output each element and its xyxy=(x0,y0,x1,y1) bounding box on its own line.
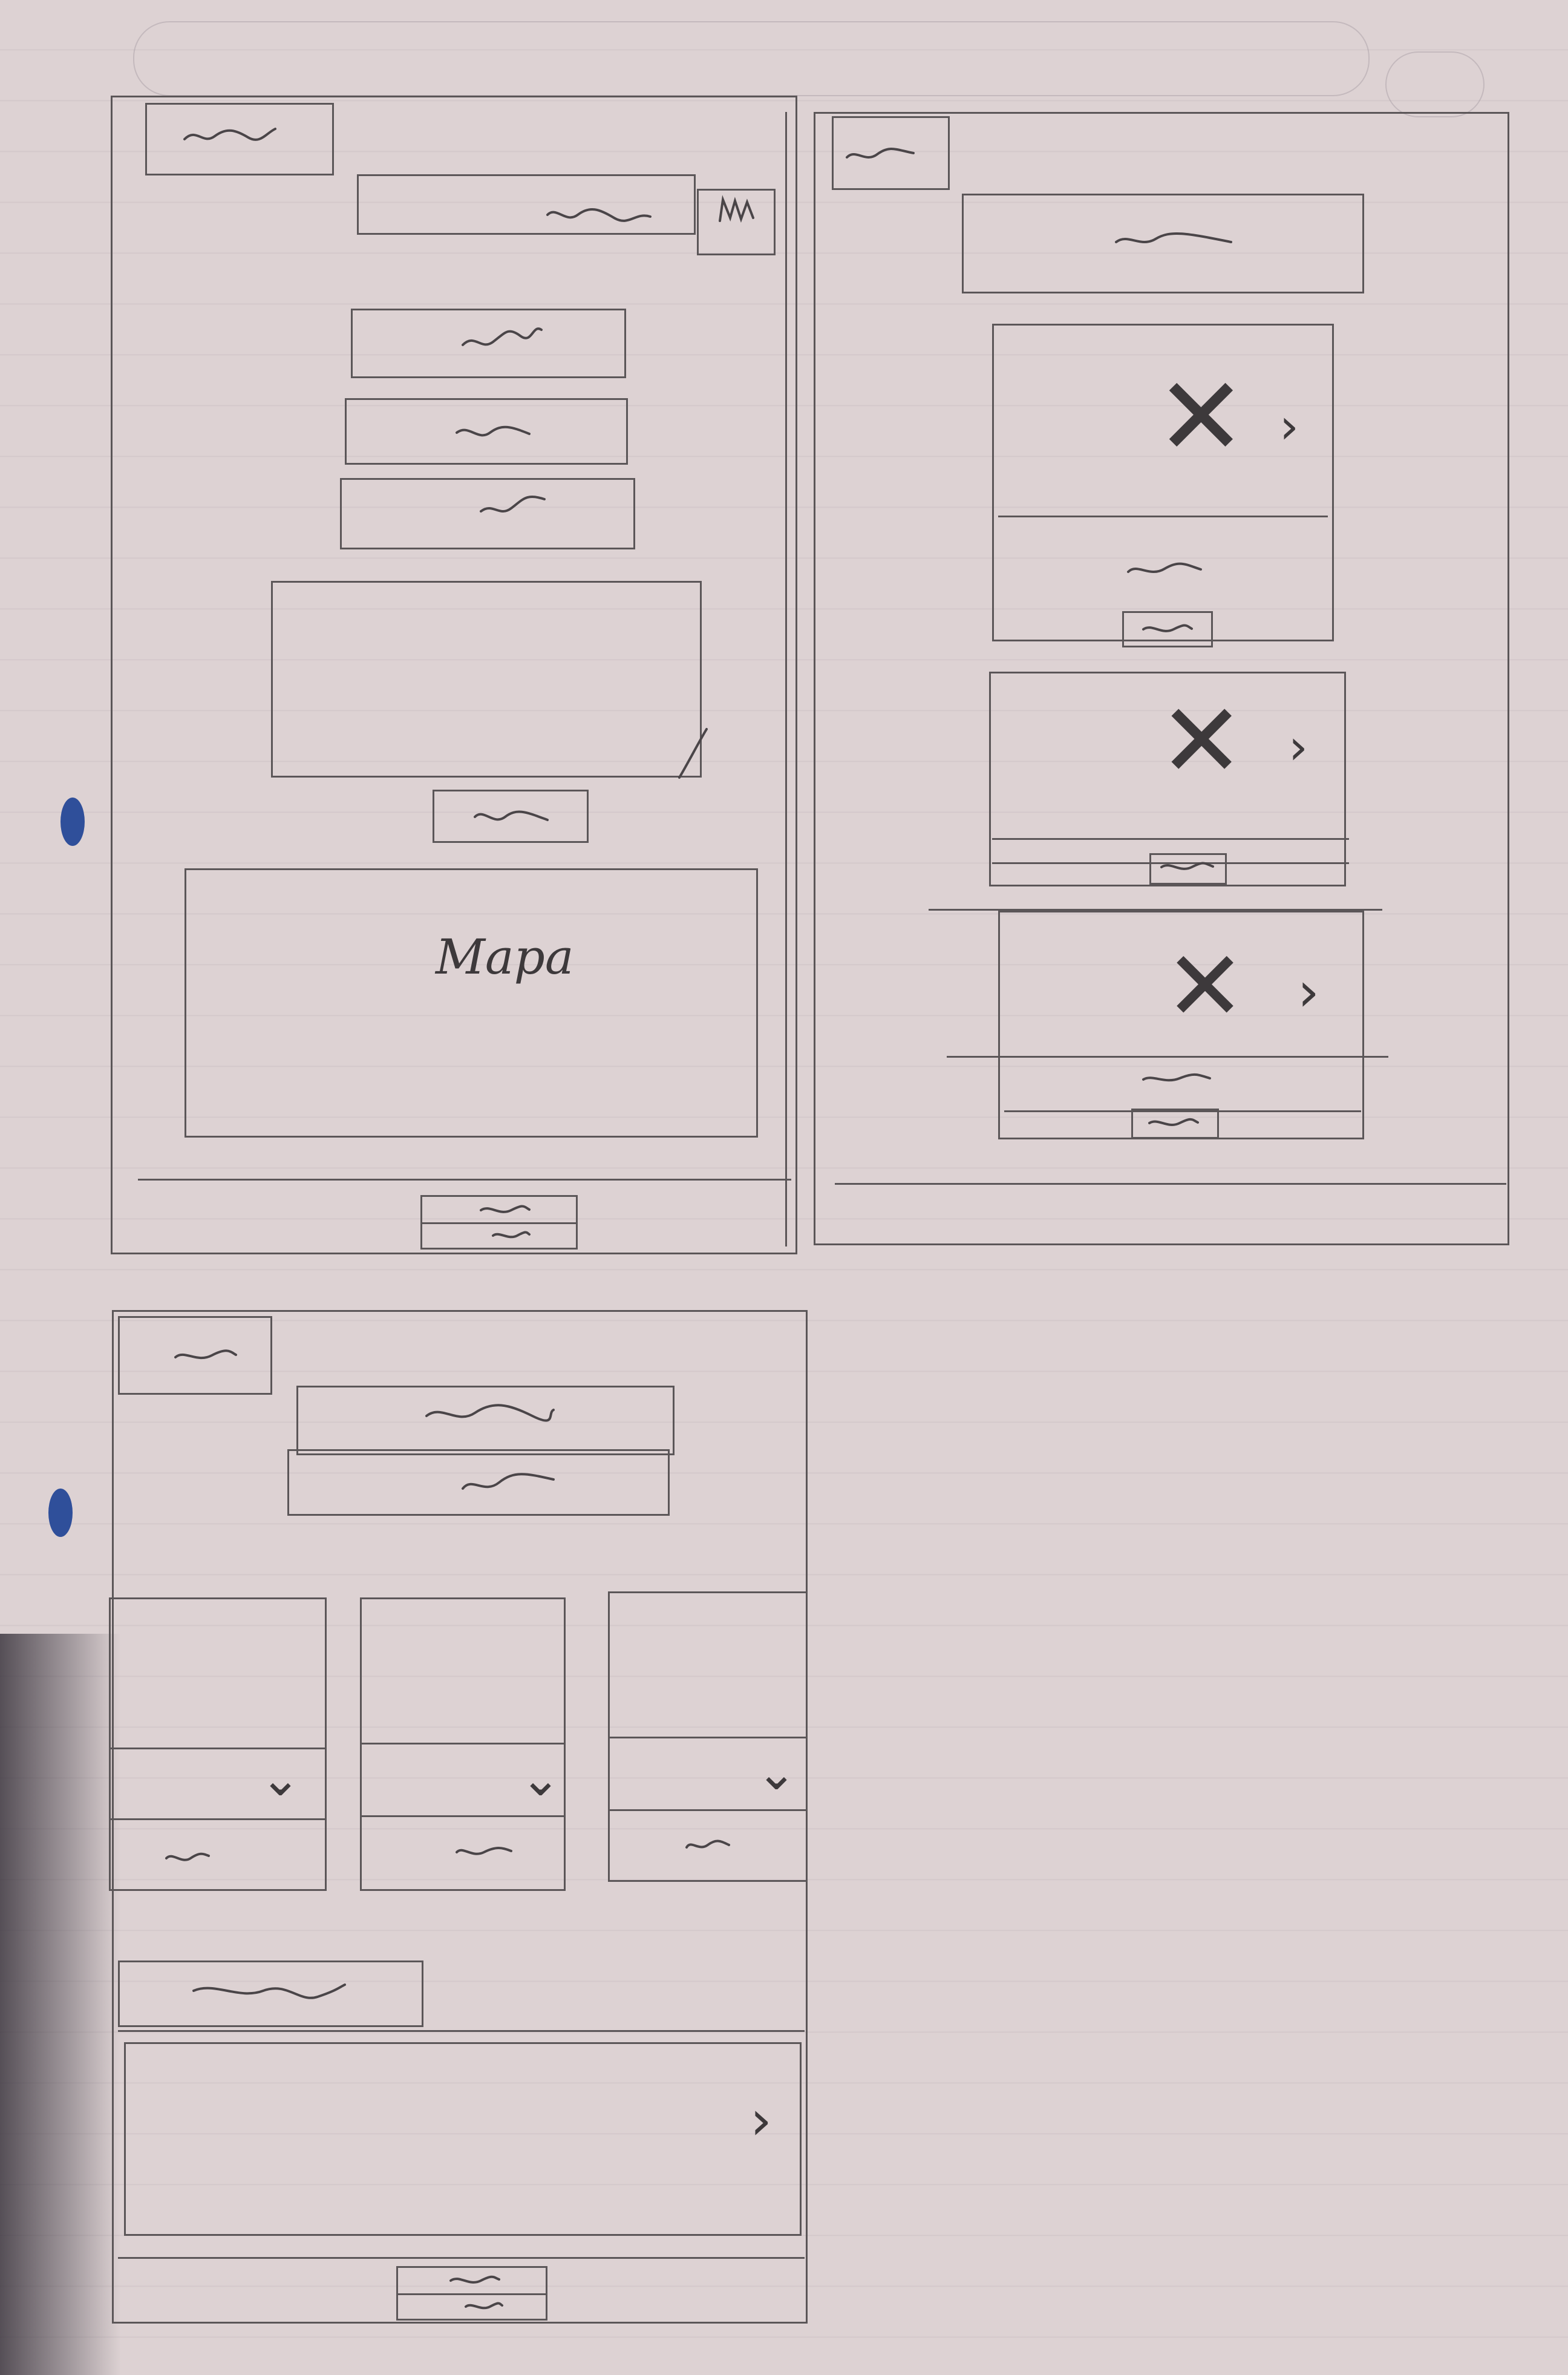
screen1-logo-scribble xyxy=(183,128,276,141)
chevron-right-icon[interactable]: › xyxy=(1298,965,1319,1020)
accordion-column-1-scribble xyxy=(165,1852,210,1861)
accordion-column-3-scribble xyxy=(685,1839,730,1849)
screen3-section-header-scribble xyxy=(192,1984,346,1999)
binder-hole-bottom xyxy=(48,1489,73,1537)
screen1-footer-divider xyxy=(138,1179,791,1181)
screen1-footer-button-split xyxy=(422,1222,577,1224)
screen1-option-2-scribble xyxy=(456,425,531,437)
screen2-title-scribble xyxy=(1115,232,1232,243)
chevron-down-icon[interactable]: ⌄ xyxy=(520,1755,561,1803)
result-card-3-button-scribble xyxy=(1148,1118,1199,1126)
screen2-logo-scribble xyxy=(846,148,915,159)
screen1-option-1-scribble xyxy=(462,327,543,346)
chevron-down-icon[interactable]: ⌄ xyxy=(260,1755,301,1803)
accordion-column-1-divider-2 xyxy=(111,1818,325,1820)
screen1-option-3-scribble xyxy=(480,496,546,513)
result-card-1-button-scribble xyxy=(1142,624,1193,632)
screen1-content-area xyxy=(271,581,702,778)
screen3-logo-scribble xyxy=(174,1349,237,1360)
screen1-right-edge-double xyxy=(785,112,787,1246)
screen2-footer-divider xyxy=(835,1183,1506,1185)
screen3-field-2-scribble xyxy=(462,1473,555,1490)
chevron-right-icon[interactable]: › xyxy=(1279,402,1299,451)
screen3-list-row[interactable] xyxy=(124,2042,802,2236)
accordion-column-3-divider-2 xyxy=(610,1809,806,1811)
screen3-list-bottom-divider xyxy=(118,2257,805,2259)
result-card-2-button-scribble xyxy=(1160,862,1214,870)
chevron-right-icon[interactable]: › xyxy=(1289,723,1308,771)
binder-hole-top xyxy=(60,798,85,846)
result-card-1-text-scribble xyxy=(1127,562,1202,573)
screen3-footer-button-split xyxy=(398,2293,546,2295)
accordion-column-2-divider-2 xyxy=(362,1815,564,1817)
close-icon[interactable]: ✕ xyxy=(1155,363,1247,472)
map-label: Mapa xyxy=(436,929,574,985)
result-card-3-text-scribble xyxy=(1142,1073,1211,1082)
accordion-column-1-divider-1 xyxy=(111,1748,325,1749)
close-icon[interactable]: ✕ xyxy=(1165,938,1246,1035)
screen1-action-button-scribble xyxy=(474,810,549,821)
screen1-footer-scribble-2 xyxy=(492,1231,531,1239)
result-card-3-divider-1 xyxy=(947,1056,1388,1058)
screen1-search-button-scribble xyxy=(719,195,754,223)
close-icon[interactable]: ✕ xyxy=(1158,690,1244,793)
accordion-column-1[interactable] xyxy=(109,1597,327,1891)
accordion-column-3-divider-1 xyxy=(610,1737,806,1738)
accordion-column-2-scribble xyxy=(456,1847,512,1855)
page-top-mark xyxy=(133,21,1370,96)
screen1-content-corner-fold xyxy=(678,728,708,779)
screen3-footer-scribble-2 xyxy=(465,2302,503,2310)
screen1-search-scribble xyxy=(546,208,652,222)
map-panel[interactable] xyxy=(185,868,758,1138)
result-card-1-divider xyxy=(998,516,1328,517)
page-top-mark-2 xyxy=(1385,51,1485,117)
hand-shadow xyxy=(0,1634,121,2375)
screen3-list-top-divider xyxy=(118,2030,805,2032)
chevron-down-icon[interactable]: ⌄ xyxy=(756,1749,797,1797)
screen3-footer-scribble-1 xyxy=(449,2275,500,2284)
screen1-footer-scribble-1 xyxy=(480,1205,531,1213)
chevron-right-icon[interactable]: › xyxy=(750,2094,772,2148)
result-card-2-divider-1 xyxy=(992,838,1349,840)
screen3-field-1-scribble xyxy=(425,1404,555,1422)
accordion-column-2-divider-1 xyxy=(362,1743,564,1744)
